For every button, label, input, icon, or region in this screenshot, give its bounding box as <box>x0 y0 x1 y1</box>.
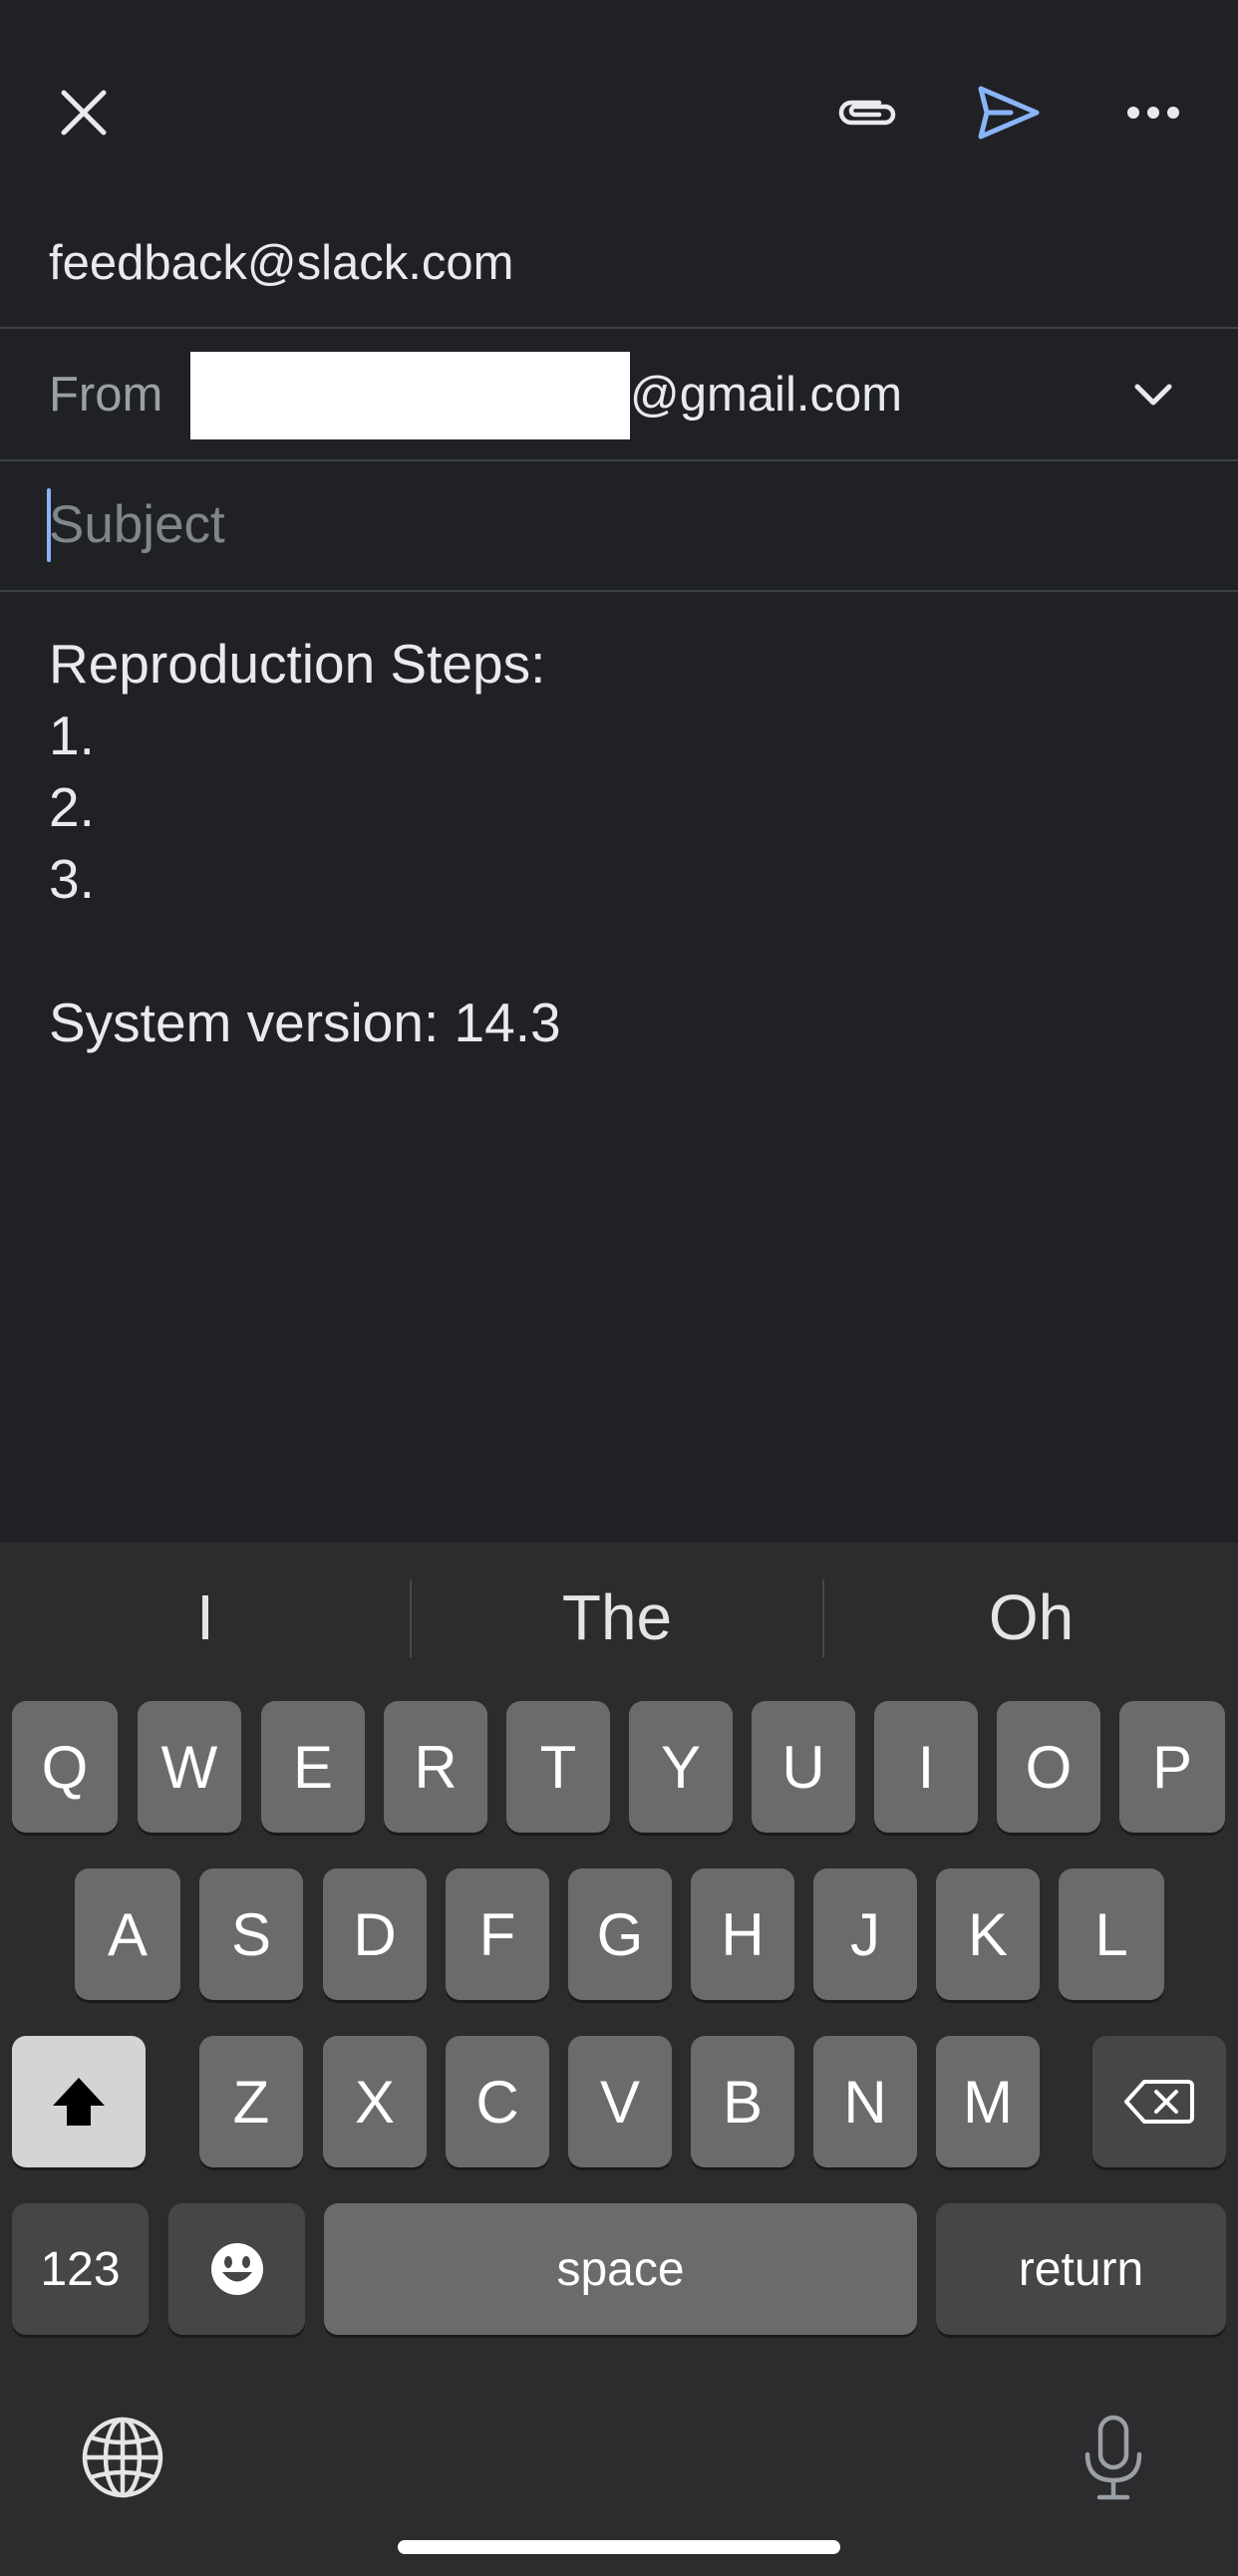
key-m[interactable]: M <box>936 2036 1040 2167</box>
key-c[interactable]: C <box>446 2036 549 2167</box>
key-h[interactable]: H <box>691 1868 794 2000</box>
key-u[interactable]: U <box>752 1701 855 1833</box>
suggestion-2[interactable]: The <box>412 1577 822 1657</box>
shift-arrow-icon <box>53 2078 105 2126</box>
chevron-down-icon <box>1134 384 1172 406</box>
suggestion-1[interactable]: I <box>0 1577 411 1657</box>
key-v[interactable]: V <box>568 2036 672 2167</box>
from-label: From <box>49 368 163 422</box>
subject-input[interactable]: Subject <box>49 495 225 555</box>
body-line: Reproduction Steps: <box>49 633 546 695</box>
key-z[interactable]: Z <box>199 2036 303 2167</box>
more-horizontal-icon <box>1127 107 1179 119</box>
more-button[interactable] <box>1103 63 1203 162</box>
key-s[interactable]: S <box>199 1868 303 2000</box>
key-t[interactable]: T <box>506 1701 610 1833</box>
key-f[interactable]: F <box>446 1868 549 2000</box>
divider <box>0 590 1238 592</box>
return-key[interactable]: return <box>936 2203 1226 2335</box>
body-line: 2. <box>49 776 95 838</box>
key-q[interactable]: Q <box>12 1701 118 1833</box>
key-k[interactable]: K <box>936 1868 1040 2000</box>
key-e[interactable]: E <box>261 1701 365 1833</box>
send-icon <box>978 86 1040 140</box>
key-p[interactable]: P <box>1119 1701 1225 1833</box>
dictation-button[interactable] <box>1064 2408 1163 2507</box>
emoji-icon <box>210 2243 263 2295</box>
key-w[interactable]: W <box>138 1701 241 1833</box>
key-b[interactable]: B <box>691 2036 794 2167</box>
paperclip-icon <box>838 100 896 126</box>
key-a[interactable]: A <box>75 1868 180 2000</box>
key-x[interactable]: X <box>323 2036 427 2167</box>
close-icon <box>61 90 107 136</box>
backspace-icon <box>1124 2080 1194 2124</box>
key-d[interactable]: D <box>323 1868 427 2000</box>
key-l[interactable]: L <box>1059 1868 1164 2000</box>
send-button[interactable] <box>959 63 1059 162</box>
divider <box>0 327 1238 329</box>
divider <box>0 459 1238 461</box>
body-line: System version: 14.3 <box>49 992 561 1053</box>
body-line: 3. <box>49 848 95 910</box>
close-button[interactable] <box>34 63 134 162</box>
key-i[interactable]: I <box>874 1701 978 1833</box>
globe-button[interactable] <box>73 2408 172 2507</box>
body-line: 1. <box>49 705 95 766</box>
shift-key[interactable] <box>12 2036 146 2167</box>
delete-key[interactable] <box>1092 2036 1226 2167</box>
from-dropdown-button[interactable] <box>1103 345 1203 444</box>
key-y[interactable]: Y <box>629 1701 733 1833</box>
key-n[interactable]: N <box>813 2036 917 2167</box>
key-g[interactable]: G <box>568 1868 672 2000</box>
key-j[interactable]: J <box>813 1868 917 2000</box>
space-key[interactable]: space <box>324 2203 917 2335</box>
redacted-email-local-part <box>190 352 630 439</box>
from-domain[interactable]: @gmail.com <box>630 365 902 425</box>
home-indicator[interactable] <box>398 2540 840 2554</box>
key-r[interactable]: R <box>384 1701 487 1833</box>
globe-icon <box>82 2417 163 2498</box>
numbers-key[interactable]: 123 <box>12 2203 149 2335</box>
suggestion-3[interactable]: Oh <box>824 1577 1238 1657</box>
key-o[interactable]: O <box>997 1701 1100 1833</box>
emoji-key[interactable] <box>168 2203 305 2335</box>
attach-button[interactable] <box>817 63 917 162</box>
microphone-icon <box>1084 2415 1142 2500</box>
to-field[interactable]: feedback@slack.com <box>49 233 513 293</box>
